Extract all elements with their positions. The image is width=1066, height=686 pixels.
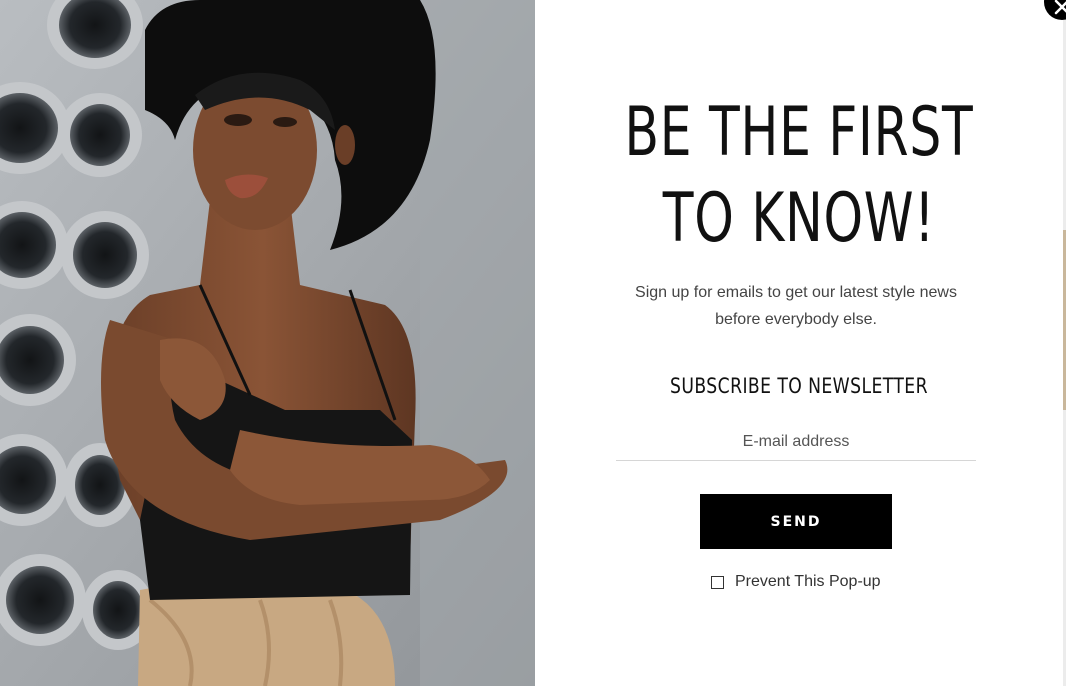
email-input[interactable] — [616, 424, 976, 461]
checkbox-icon[interactable] — [711, 575, 724, 589]
popup-photo — [0, 0, 535, 686]
model-illustration — [0, 0, 535, 686]
newsletter-form-title: SUBSCRIBE TO NEWSLETTER — [670, 374, 928, 398]
popup-subtitle: Sign up for emails to get our latest sty… — [635, 284, 957, 328]
close-icon — [1054, 0, 1066, 15]
headline-line-2: TO KNOW! — [662, 179, 936, 258]
newsletter-panel: BE THE FIRST TO KNOW! Sign up for emails… — [535, 0, 1063, 686]
prevent-popup-checkbox[interactable]: Prevent This Pop-up — [711, 572, 881, 592]
headline-line-1: BE THE FIRST — [624, 93, 974, 172]
send-button[interactable]: SEND — [700, 494, 892, 549]
prevent-popup-label: Prevent This Pop-up — [735, 573, 881, 590]
